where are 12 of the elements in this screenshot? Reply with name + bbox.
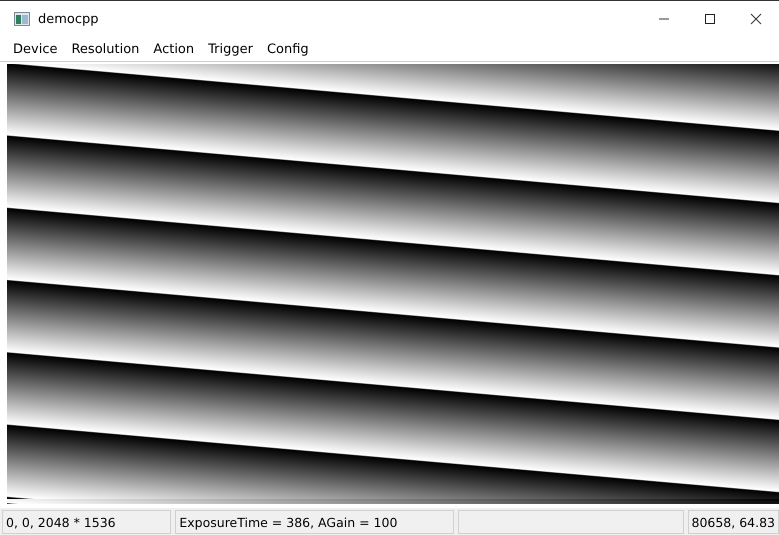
menu-item[interactable]: Action — [146, 38, 202, 60]
menu-item[interactable]: Config — [260, 38, 316, 60]
status-panel: 80658, 64.83 — [688, 510, 779, 534]
maximize-icon — [704, 13, 716, 25]
menu-item[interactable]: Device — [6, 38, 64, 60]
app-icon — [14, 12, 30, 26]
close-icon — [750, 13, 762, 25]
menu-item[interactable]: Resolution — [64, 38, 146, 60]
status-panel: ExposureTime = 386, AGain = 100 — [175, 510, 454, 534]
menu-item[interactable]: Trigger — [201, 38, 260, 60]
window-title: democpp — [38, 12, 99, 26]
status-panel: 0, 0, 2048 * 1536 — [2, 510, 172, 534]
